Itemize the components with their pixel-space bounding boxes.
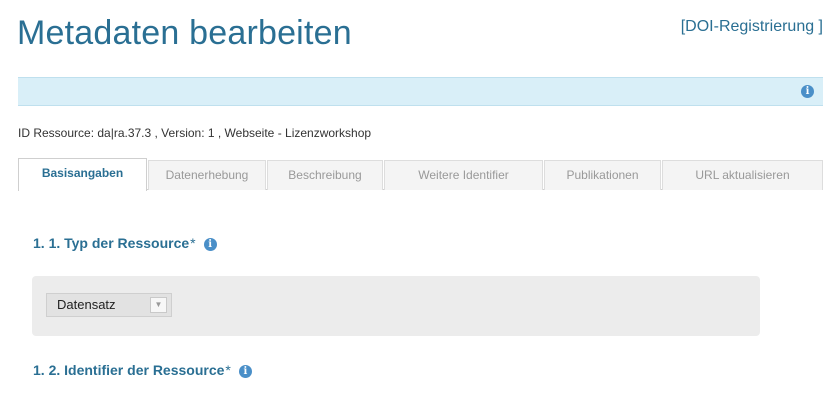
tab-bar: Basisangaben Datenerhebung Beschreibung … [18,158,823,191]
required-asterisk: * [190,235,196,251]
tab-weitere-identifier[interactable]: Weitere Identifier [384,160,543,190]
tab-url-aktualisieren[interactable]: URL aktualisieren [662,160,823,190]
resource-type-field: Datensatz ▼ [32,276,760,336]
section-heading-identifier-der-ressource: 1. 2. Identifier der Ressource* i [33,362,252,378]
info-icon[interactable]: i [801,85,814,98]
tab-publikationen[interactable]: Publikationen [544,160,661,190]
doi-registration-link[interactable]: [DOI-Registrierung ] [681,18,823,36]
info-icon[interactable]: i [238,365,252,378]
info-icon[interactable]: i [203,238,217,251]
section-heading-typ-der-ressource: 1. 1. Typ der Ressource* i [33,235,217,251]
tab-basisangaben[interactable]: Basisangaben [18,158,147,191]
chevron-down-icon[interactable]: ▼ [150,297,167,313]
tab-datenerhebung[interactable]: Datenerhebung [148,160,266,190]
page-title: Metadaten bearbeiten [17,14,352,52]
section-heading-label: 1. 2. Identifier der Ressource [33,362,225,378]
resource-type-select-value: Datensatz [57,297,116,312]
resource-type-select[interactable]: Datensatz ▼ [46,293,172,317]
section-heading-label: 1. 1. Typ der Ressource [33,235,190,251]
tab-beschreibung[interactable]: Beschreibung [267,160,383,190]
required-asterisk: * [225,362,231,378]
resource-id-line: ID Ressource: da|ra.37.3 , Version: 1 , … [18,126,372,140]
info-bar: i [18,77,823,106]
